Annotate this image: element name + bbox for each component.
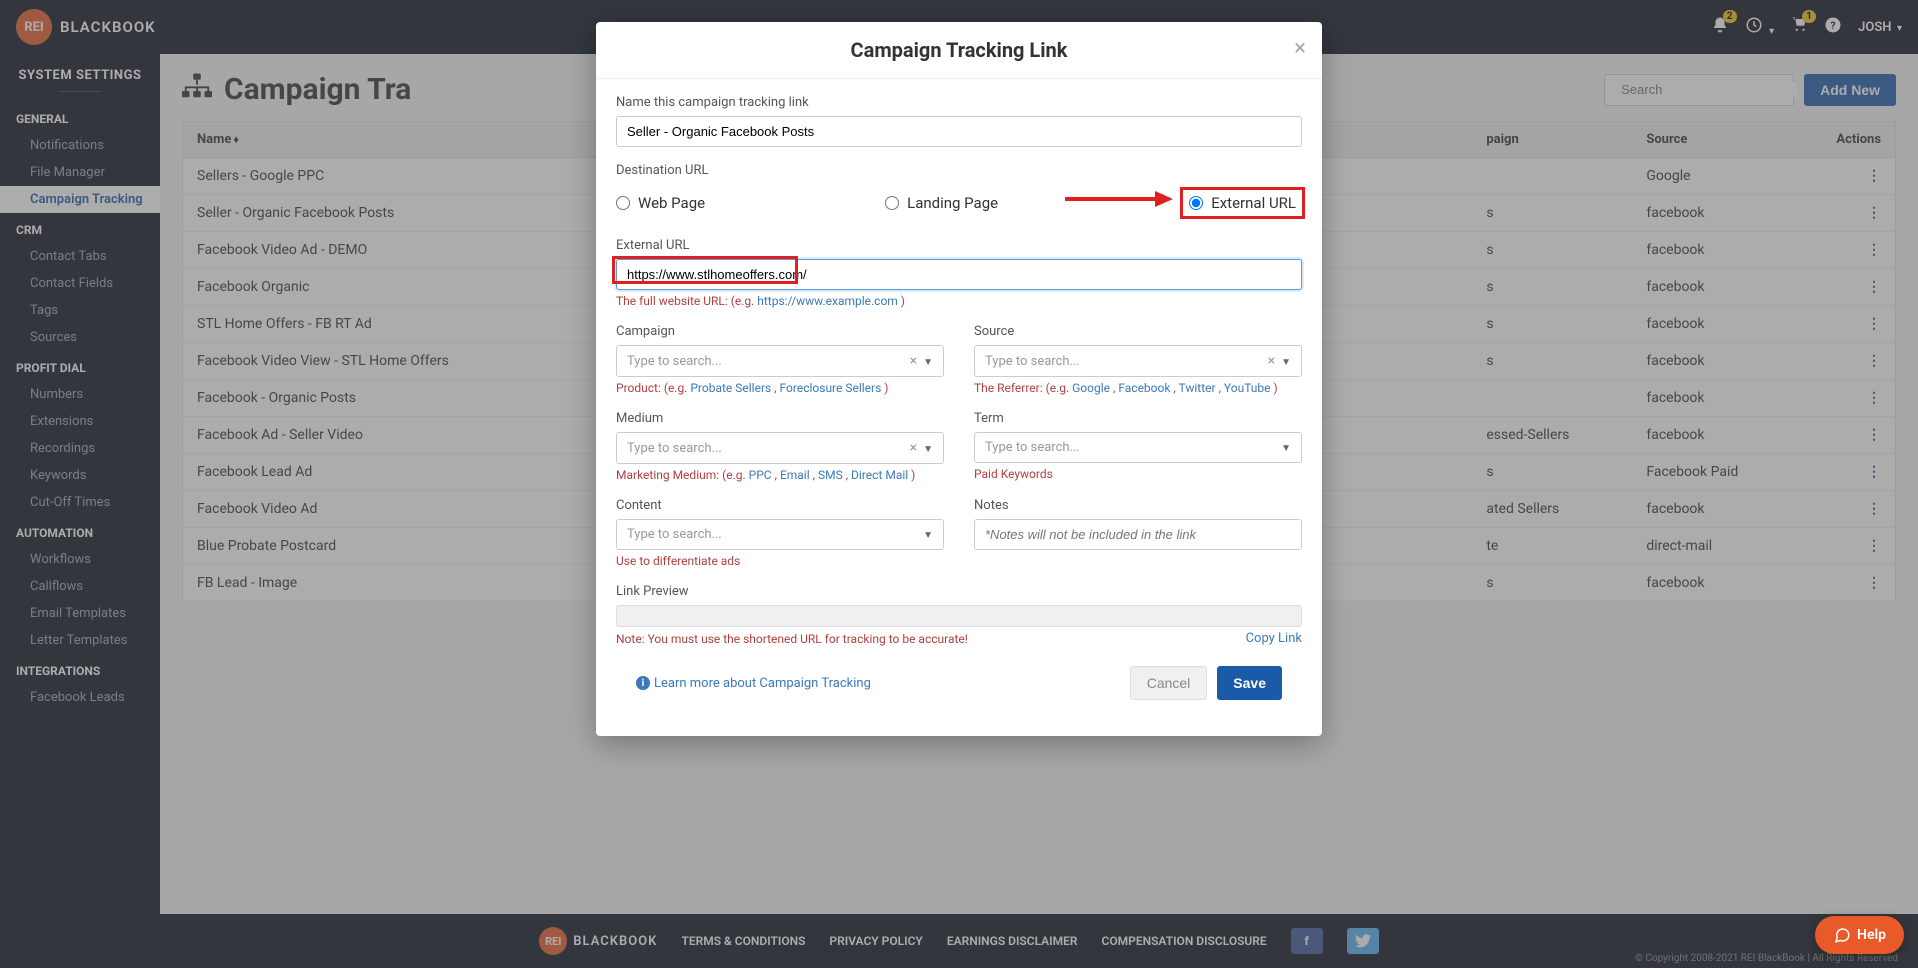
chat-icon xyxy=(1833,926,1851,944)
campaign-select[interactable]: Type to search... ×▼ xyxy=(616,345,944,377)
external-url-help: The full website URL: (e.g. https://www.… xyxy=(616,294,1302,308)
chevron-down-icon: ▼ xyxy=(923,444,933,455)
destination-label: Destination URL xyxy=(616,163,1302,178)
learn-more-link[interactable]: i Learn more about Campaign Tracking xyxy=(636,676,871,691)
external-url-label: External URL xyxy=(616,238,1302,253)
cancel-button[interactable]: Cancel xyxy=(1130,666,1208,700)
save-button[interactable]: Save xyxy=(1217,666,1282,700)
chevron-down-icon: ▼ xyxy=(1281,443,1291,454)
modal-overlay: Campaign Tracking Link × Name this campa… xyxy=(0,0,1918,968)
clear-icon[interactable]: × xyxy=(910,440,917,456)
help-label: Help xyxy=(1857,927,1886,943)
term-help: Paid Keywords xyxy=(974,467,1302,481)
content-select[interactable]: Type to search... ▼ xyxy=(616,519,944,550)
radio-landing-page[interactable]: Landing Page xyxy=(885,194,998,212)
help-widget[interactable]: Help xyxy=(1815,916,1904,954)
copy-link[interactable]: Copy Link xyxy=(1246,631,1302,646)
medium-label: Medium xyxy=(616,411,944,426)
content-label: Content xyxy=(616,498,944,513)
term-label: Term xyxy=(974,411,1302,426)
source-help: The Referrer: (e.g. Google , Facebook , … xyxy=(974,381,1302,395)
campaign-label: Campaign xyxy=(616,324,944,339)
clear-icon[interactable]: × xyxy=(1268,353,1275,369)
campaign-help: Product: (e.g. Probate Sellers , Foreclo… xyxy=(616,381,944,395)
medium-help: Marketing Medium: (e.g. PPC , Email , SM… xyxy=(616,468,944,482)
radio-external-url[interactable]: External URL xyxy=(1189,194,1296,212)
source-label: Source xyxy=(974,324,1302,339)
chevron-down-icon: ▼ xyxy=(923,357,933,368)
chevron-down-icon: ▼ xyxy=(923,530,933,541)
notes-label: Notes xyxy=(974,498,1302,513)
clear-icon[interactable]: × xyxy=(910,353,917,369)
modal-title: Campaign Tracking Link xyxy=(851,38,1068,62)
name-label: Name this campaign tracking link xyxy=(616,95,1302,110)
link-preview-box xyxy=(616,605,1302,627)
content-help: Use to differentiate ads xyxy=(616,554,944,568)
close-icon[interactable]: × xyxy=(1294,36,1306,61)
source-select[interactable]: Type to search... ×▼ xyxy=(974,345,1302,377)
medium-select[interactable]: Type to search... ×▼ xyxy=(616,432,944,464)
annotation-arrow xyxy=(1065,186,1175,212)
external-url-input[interactable] xyxy=(616,259,1302,290)
chevron-down-icon: ▼ xyxy=(1281,357,1291,368)
info-icon: i xyxy=(636,676,650,690)
name-input[interactable] xyxy=(616,116,1302,147)
preview-label: Link Preview xyxy=(616,584,1302,599)
notes-input[interactable] xyxy=(974,519,1302,550)
radio-web-page[interactable]: Web Page xyxy=(616,194,705,212)
preview-note: Note: You must use the shortened URL for… xyxy=(616,632,968,646)
campaign-tracking-modal: Campaign Tracking Link × Name this campa… xyxy=(596,22,1322,736)
term-select[interactable]: Type to search... ▼ xyxy=(974,432,1302,463)
